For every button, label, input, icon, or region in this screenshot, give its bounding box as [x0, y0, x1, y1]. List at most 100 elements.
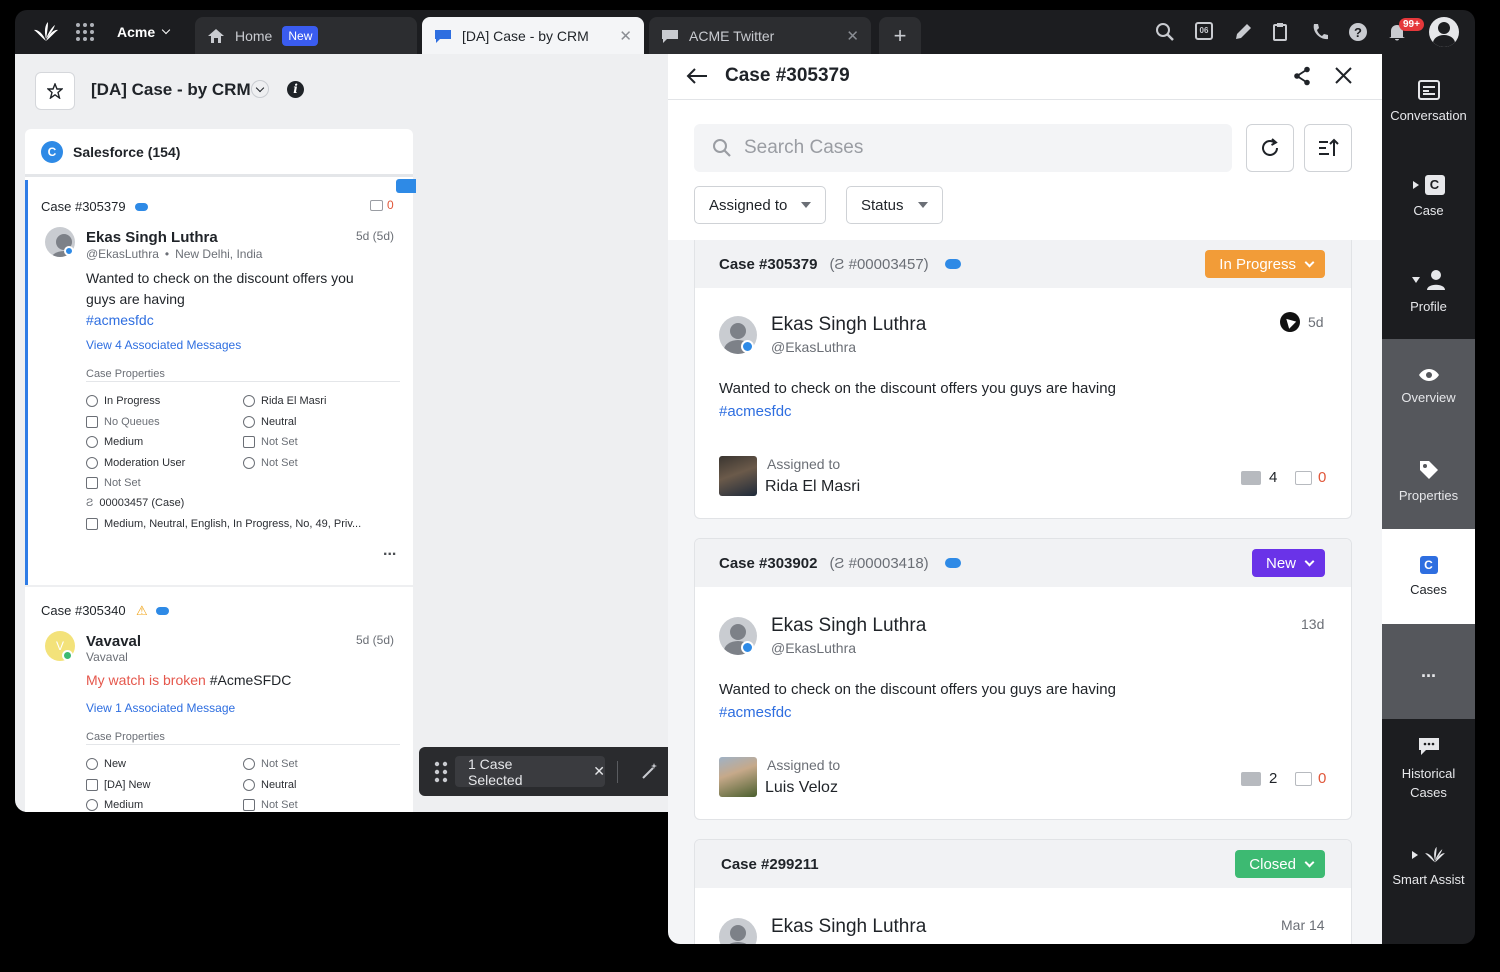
pencil-icon[interactable] — [1233, 22, 1253, 42]
favorite-button[interactable] — [35, 72, 75, 110]
message-text: Wanted to check on the discount offers y… — [719, 678, 1116, 724]
home-icon — [208, 28, 224, 43]
case-id: Case #305340 — [41, 603, 126, 618]
tab-acme-twitter[interactable]: ACME Twitter ✕ — [649, 17, 871, 54]
message-text: Wanted to check on the discount offers y… — [719, 377, 1116, 423]
rail-case[interactable]: C Case — [1382, 149, 1475, 244]
apps-grid-icon[interactable] — [75, 22, 95, 42]
warning-icon: ⚠ — [136, 603, 148, 618]
magic-wand-icon[interactable] — [641, 762, 659, 780]
online-badge-icon — [62, 650, 73, 661]
property-priority: Medium — [86, 436, 143, 448]
property-queue: No Queues — [86, 416, 160, 428]
detail-title: Case #305379 — [725, 65, 850, 86]
case-detail-card[interactable]: Case #305379 (Ƨ #00003457) In Progress E… — [694, 240, 1352, 519]
clipboard-icon[interactable] — [1271, 22, 1291, 42]
case-id: Case #305379 — [719, 255, 818, 273]
hashtag[interactable]: #acmesfdc — [719, 400, 1116, 423]
case-card[interactable]: Case #305379 0 Ekas Singh Luthra 5d (5d)… — [25, 179, 416, 585]
phone-icon[interactable] — [1310, 22, 1330, 42]
hashtag[interactable]: #acmesfdc — [719, 701, 1116, 724]
back-arrow-icon[interactable] — [686, 67, 708, 85]
property-status: New — [86, 758, 126, 770]
case-id: Case #303902 — [719, 554, 818, 572]
message-count-icon — [370, 199, 383, 211]
case-id: Case #305379 — [41, 199, 126, 214]
help-icon[interactable]: ? — [1348, 22, 1368, 42]
sort-icon — [1319, 138, 1339, 156]
author-meta: @EkasLuthra • New Delhi, India — [86, 247, 263, 261]
more-options-button[interactable]: ... — [383, 542, 396, 560]
property-date: Not Set — [243, 436, 298, 448]
drag-handle-icon[interactable] — [434, 761, 448, 783]
case-icon: C — [1424, 175, 1445, 195]
view-associated-messages-link[interactable]: View 1 Associated Message — [86, 701, 235, 715]
view-associated-messages-link[interactable]: View 4 Associated Messages — [86, 338, 241, 352]
close-tab-icon[interactable]: ✕ — [619, 27, 632, 45]
chat-bubble-icon — [1418, 738, 1439, 755]
case-detail-card[interactable]: Case #299211 Closed Ekas Singh Luthra Ma… — [694, 839, 1352, 944]
case-list-panel: C Salesforce (154) Case #305379 0 Ekas S… — [25, 129, 416, 812]
sprinklr-logo-icon[interactable] — [33, 21, 59, 43]
rail-historical-cases[interactable]: Historical Cases — [1382, 719, 1475, 819]
tab-case-by-crm[interactable]: [DA] Case - by CRM ✕ — [422, 17, 644, 54]
search-icon[interactable] — [1155, 22, 1175, 42]
view-dropdown-button[interactable] — [251, 80, 269, 98]
clear-selection-icon[interactable]: ✕ — [593, 763, 605, 780]
org-name: Acme — [117, 24, 156, 40]
case-age: 5d (5d) — [356, 633, 395, 647]
twitter-icon — [64, 246, 74, 256]
case-detail-window: Case #305379 Search Cases Assigned to St… — [668, 54, 1382, 944]
property-assignee: Not Set — [243, 758, 298, 770]
property-summary: Medium, Neutral, English, In Progress, N… — [86, 518, 361, 530]
divider — [617, 761, 618, 783]
expand-arrow-icon — [1411, 851, 1418, 859]
search-cases-input[interactable]: Search Cases — [694, 124, 1232, 172]
info-icon[interactable]: i — [287, 81, 304, 98]
case-age: 13d — [1301, 616, 1325, 632]
status-dropdown[interactable]: In Progress — [1205, 250, 1325, 278]
search-icon — [713, 139, 731, 157]
rail-overview[interactable]: Overview — [1382, 339, 1475, 434]
priority-icon — [86, 799, 98, 811]
conversation-icon — [1417, 80, 1440, 100]
case-detail-card[interactable]: Case #303902 (Ƨ #00003418) New Ekas Sing… — [694, 538, 1352, 820]
status-dropdown[interactable]: New — [1251, 549, 1325, 577]
tab-home[interactable]: Home New — [195, 17, 417, 54]
rail-cases[interactable]: C Cases — [1382, 529, 1475, 624]
rail-profile[interactable]: Profile — [1382, 244, 1475, 339]
rail-properties[interactable]: Properties — [1382, 434, 1475, 529]
refresh-button[interactable] — [1246, 124, 1294, 172]
case-list-window: [DA] Case - by CRM i C Salesforce (154) … — [15, 54, 668, 812]
property-sentiment: Neutral — [243, 416, 296, 428]
new-tab-button[interactable]: + — [879, 17, 921, 54]
rail-more-button[interactable]: ... — [1382, 624, 1475, 719]
rail-conversation[interactable]: Conversation — [1382, 54, 1475, 149]
salesforce-icon — [156, 607, 169, 615]
chevron-down-icon — [1304, 857, 1315, 867]
rail-smart-assist[interactable]: Smart Assist — [1382, 819, 1475, 914]
comment-icon — [1241, 470, 1261, 485]
divider — [86, 744, 400, 745]
user-avatar[interactable] — [1429, 17, 1459, 47]
close-tab-icon[interactable]: ✕ — [846, 27, 859, 45]
close-icon[interactable] — [1335, 67, 1352, 84]
author-name: Ekas Singh Luthra — [771, 615, 927, 636]
eye-icon — [1418, 369, 1439, 381]
status-filter[interactable]: Status — [846, 186, 943, 224]
status-dropdown[interactable]: Closed — [1235, 850, 1325, 878]
chevron-down-icon — [161, 25, 171, 35]
share-icon[interactable] — [1293, 66, 1311, 86]
assignee-photo — [719, 757, 757, 797]
hashtag[interactable]: #acmesfdc — [86, 310, 354, 331]
property-sentiment: Neutral — [243, 779, 296, 791]
org-switcher[interactable]: Acme — [117, 24, 171, 40]
case-card[interactable]: Case #305340 ⚠ V Vavaval 5d (5d) Vavaval… — [25, 587, 413, 812]
sort-button[interactable] — [1304, 124, 1352, 172]
avatar — [719, 918, 757, 944]
calendar-icon[interactable]: 06 — [1195, 22, 1213, 40]
assigned-to-filter[interactable]: Assigned to — [694, 186, 827, 224]
user-circle-icon — [86, 457, 98, 469]
property-priority: Medium — [86, 799, 143, 811]
collapse-arrow-icon — [1411, 277, 1420, 283]
